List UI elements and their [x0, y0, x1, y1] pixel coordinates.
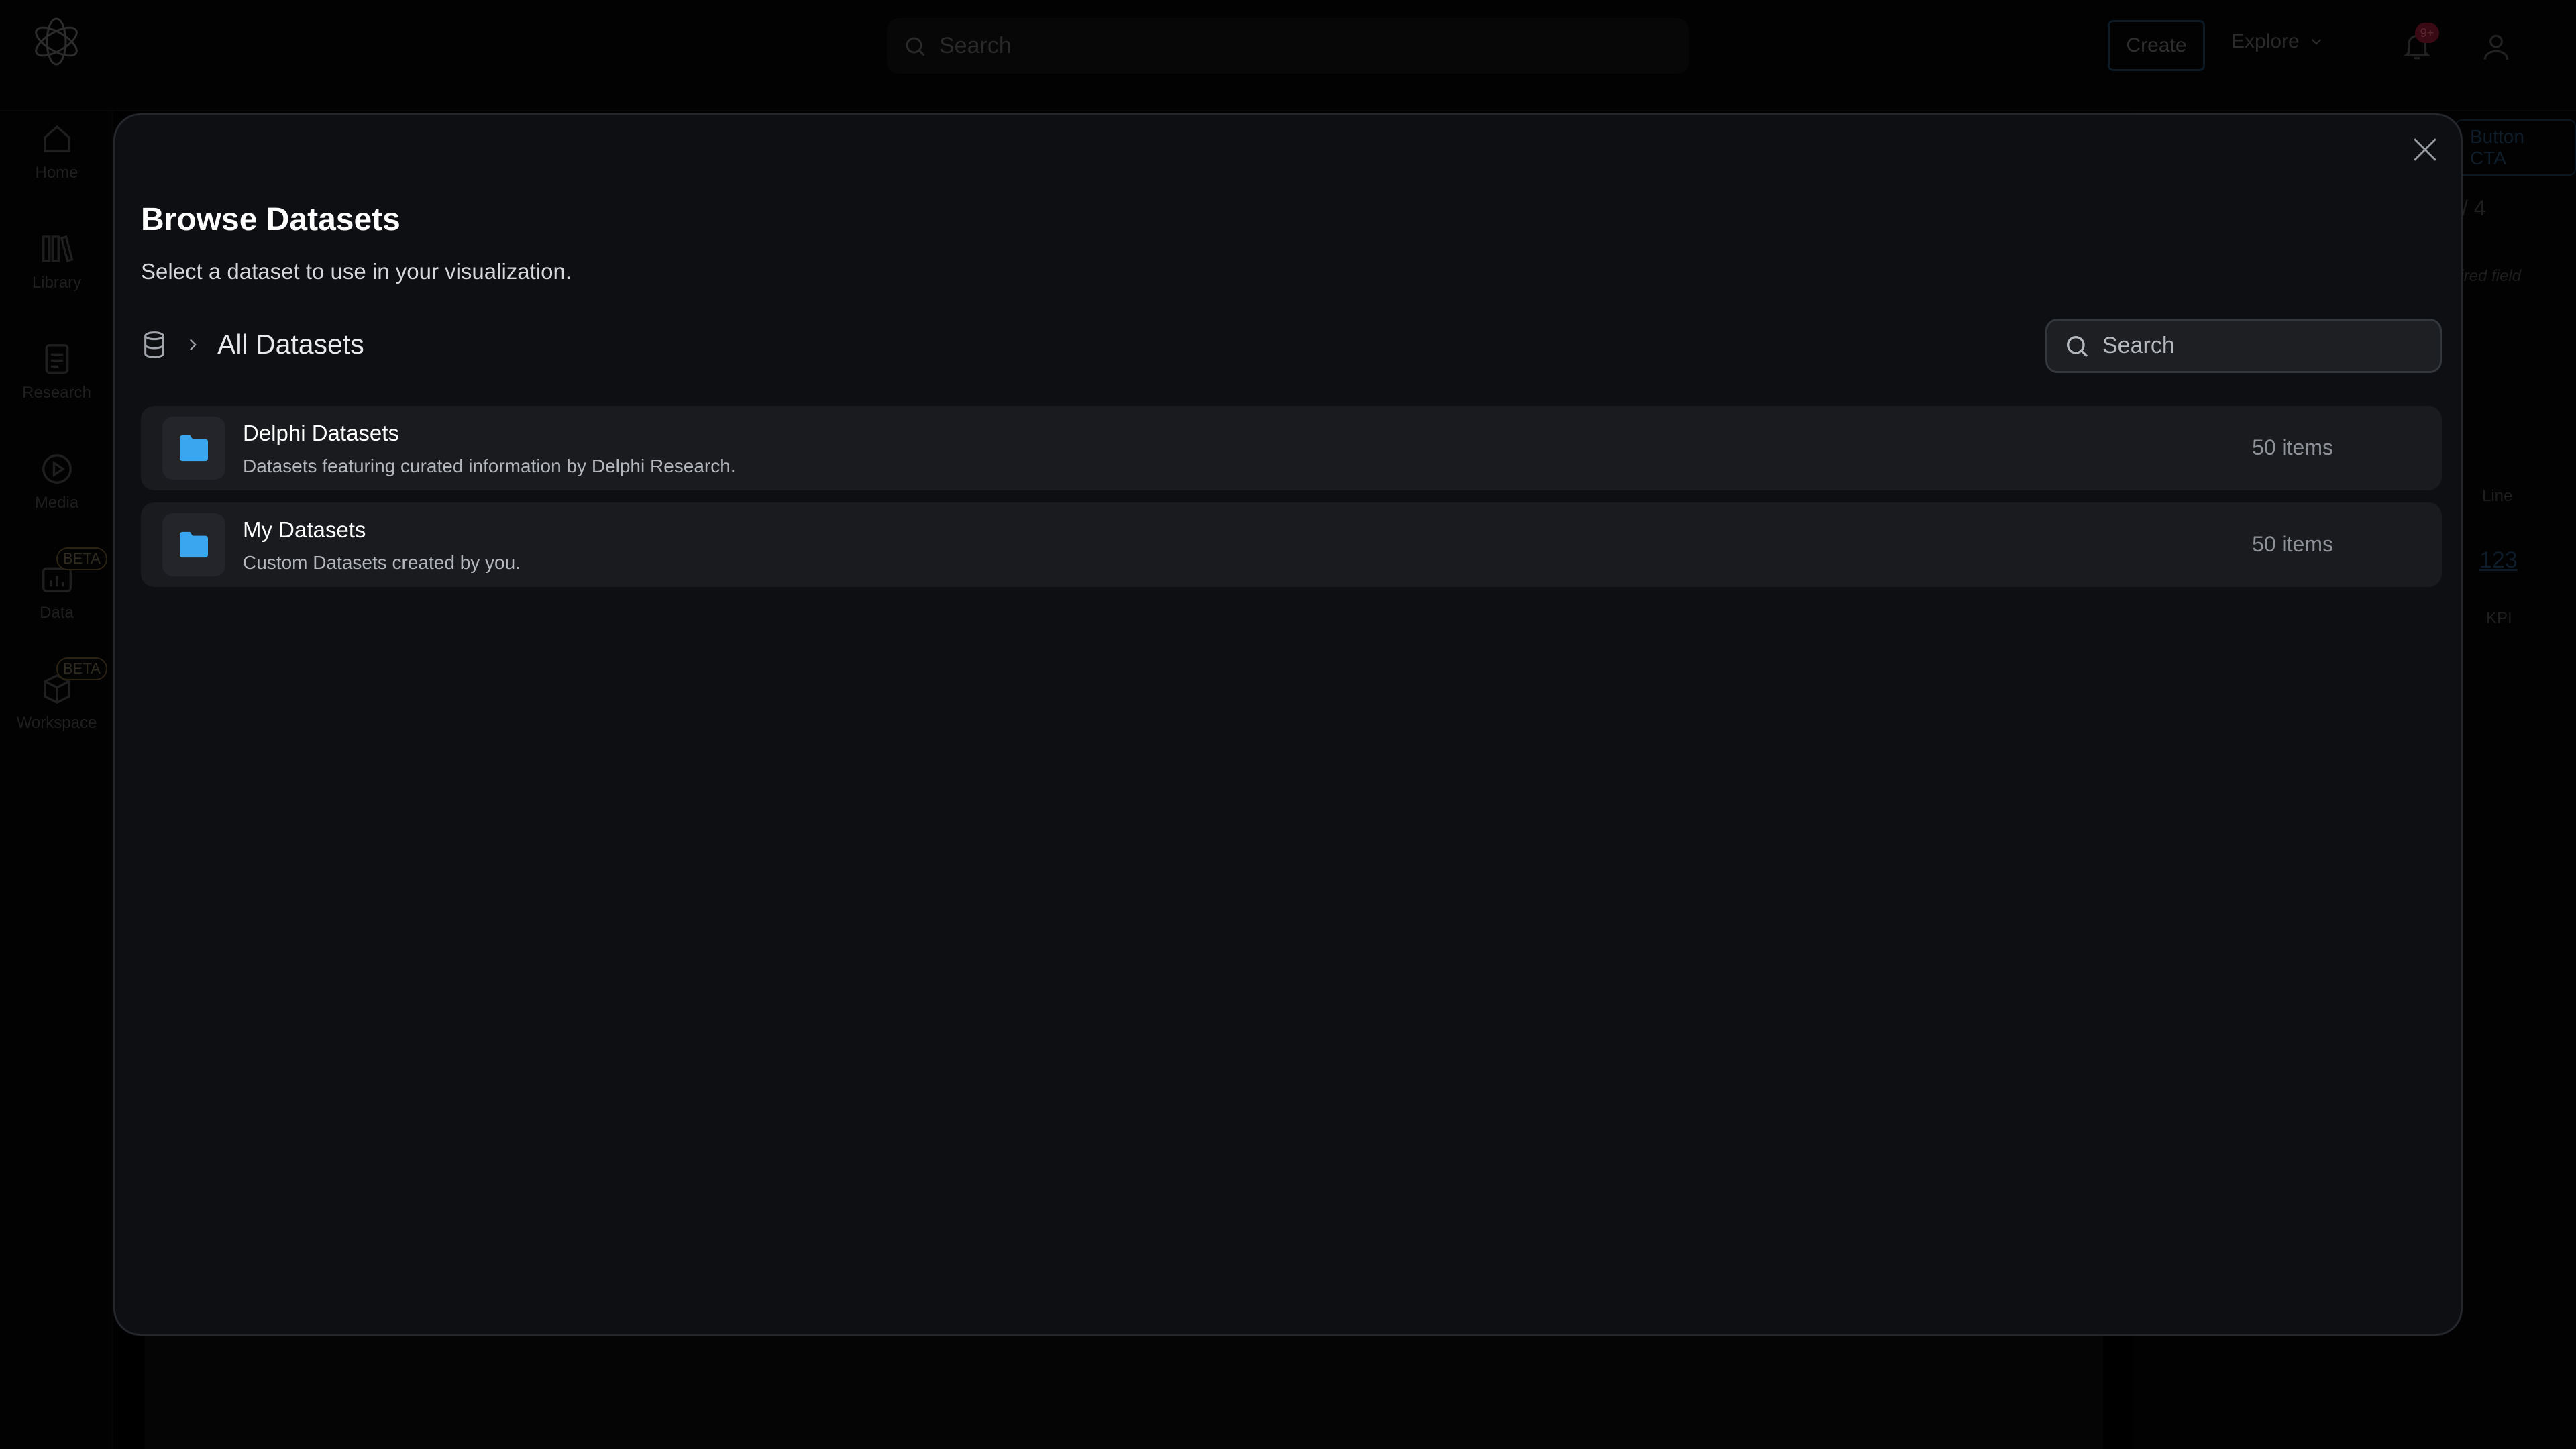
- background-canvas: [144, 1335, 2103, 1449]
- background-cta-button: Button CTA: [2455, 119, 2576, 176]
- top-bar: Search Create Explore 9+: [0, 0, 2576, 111]
- breadcrumb: All Datasets: [141, 329, 364, 360]
- sidebar-item-data[interactable]: BETA Data: [0, 547, 113, 623]
- sidebar-item-workspace[interactable]: BETA Workspace: [0, 657, 113, 733]
- sidebar-item-label: Home: [35, 164, 78, 182]
- play-icon: [42, 454, 72, 484]
- create-button[interactable]: Create: [2108, 20, 2205, 71]
- background-kpi-value: 123: [2479, 547, 2518, 573]
- sidebar-item-home[interactable]: Home: [0, 121, 113, 182]
- background-kpi-label: KPI: [2486, 609, 2512, 627]
- chevron-right-icon: [189, 339, 197, 350]
- sidebar-item-label: Library: [32, 274, 82, 292]
- chevron-down-icon: [2311, 38, 2321, 45]
- sidebar: Home Library Research Media BETA Data BET…: [0, 111, 113, 1449]
- folder-description: Custom Datasets created by you.: [243, 552, 521, 573]
- background-page-indicator: / 4: [2462, 196, 2486, 220]
- global-search-input[interactable]: Search: [887, 18, 1689, 74]
- library-icon: [42, 235, 74, 263]
- close-icon[interactable]: [2411, 136, 2439, 164]
- user-icon[interactable]: [2479, 28, 2513, 66]
- browse-datasets-modal: [113, 113, 2463, 1336]
- folder-description: Datasets featuring curated information b…: [243, 455, 736, 476]
- home-icon: [43, 125, 70, 152]
- sidebar-item-media[interactable]: Media: [0, 451, 113, 513]
- dataset-search[interactable]: [2045, 319, 2442, 373]
- folder-icon-box: [162, 513, 225, 576]
- notification-badge: 9+: [2415, 23, 2439, 43]
- folder-item-count: 50 items: [2252, 532, 2333, 556]
- modal-subtitle: Select a dataset to use in your visualiz…: [141, 259, 572, 284]
- search-icon: [2067, 335, 2088, 357]
- breadcrumb-current: All Datasets: [217, 329, 364, 360]
- folder-item-count: 50 items: [2252, 435, 2333, 460]
- folder-icon-box: [162, 417, 225, 480]
- folder-title: My Datasets: [243, 517, 366, 542]
- search-placeholder: Search: [939, 33, 1012, 58]
- sidebar-item-label: Research: [22, 384, 91, 402]
- dataset-search-input[interactable]: [2102, 333, 2424, 359]
- folder-icon: [180, 435, 208, 462]
- sidebar-item-label: Media: [34, 494, 79, 512]
- background-line-label: Line: [2482, 487, 2513, 505]
- search-icon: [906, 37, 925, 56]
- dataset-folder-row[interactable]: Delphi Datasets Datasets featuring curat…: [141, 406, 2442, 490]
- modal-title: Browse Datasets: [141, 202, 400, 237]
- beta-badge: BETA: [56, 657, 107, 680]
- explore-label: Explore: [2231, 30, 2300, 52]
- sidebar-item-label: Data: [40, 604, 74, 622]
- folder-title: Delphi Datasets: [243, 421, 399, 445]
- sidebar-item-library[interactable]: Library: [0, 231, 113, 292]
- explore-menu[interactable]: Explore: [2231, 30, 2325, 53]
- database-icon[interactable]: [141, 330, 168, 360]
- folder-icon: [180, 531, 208, 558]
- dataset-folder-row[interactable]: My Datasets Custom Datasets created by y…: [141, 502, 2442, 587]
- sidebar-item-research[interactable]: Research: [0, 341, 113, 402]
- beta-badge: BETA: [56, 547, 107, 570]
- logo-icon[interactable]: [30, 15, 83, 68]
- document-icon: [45, 344, 68, 374]
- sidebar-item-label: Workspace: [16, 714, 97, 732]
